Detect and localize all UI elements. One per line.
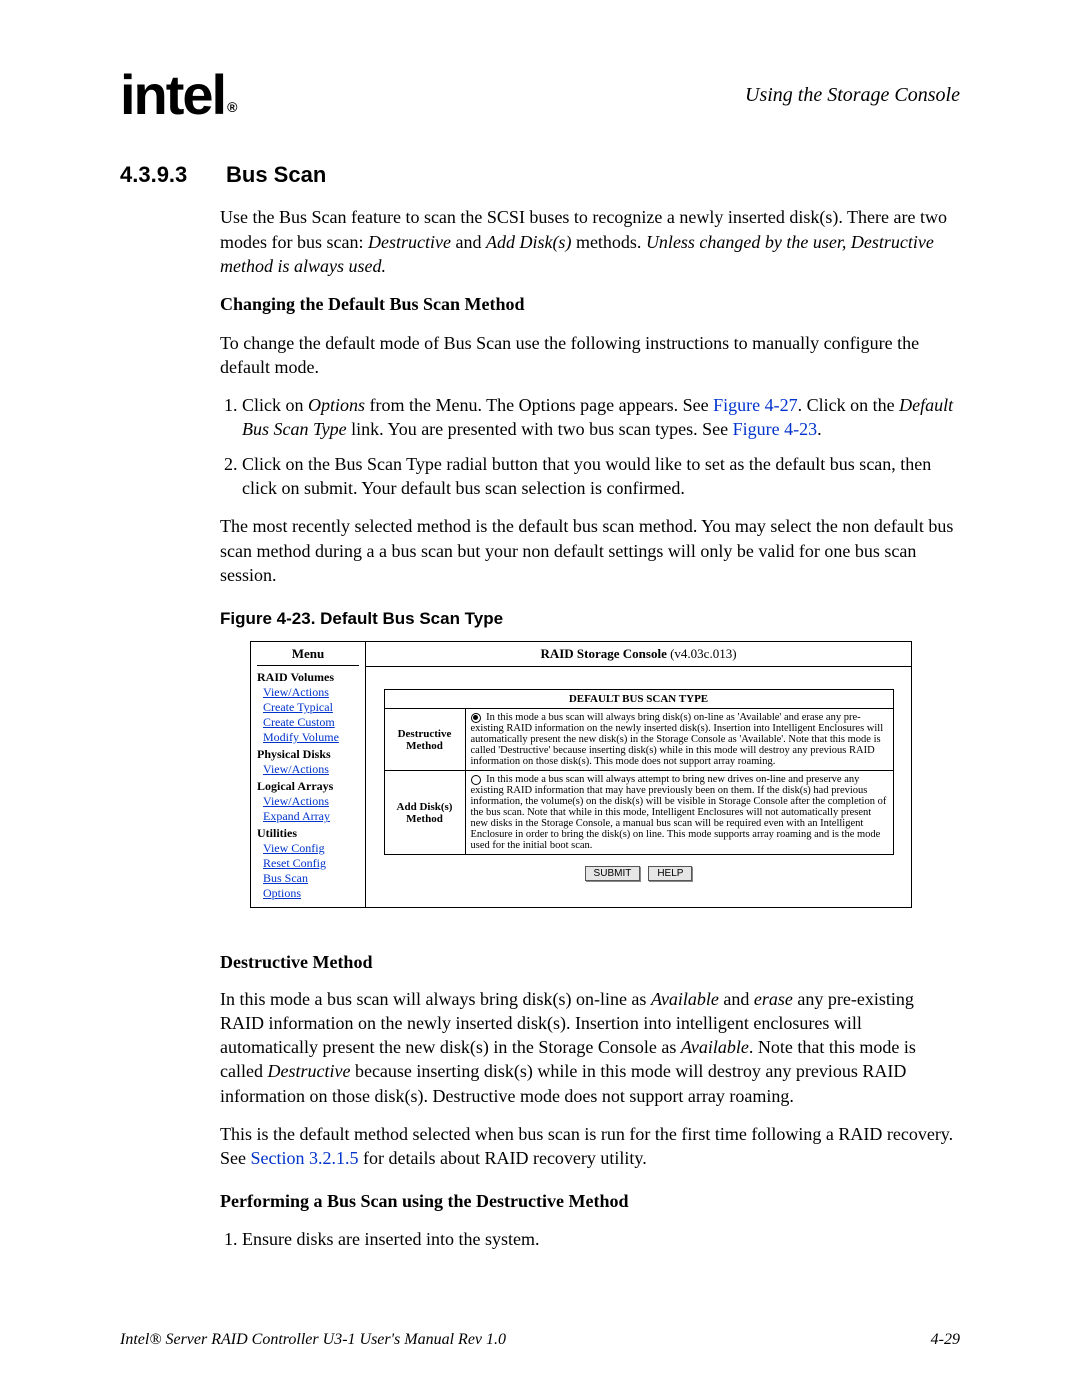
destructive-method-cell: Destructive Method	[384, 709, 465, 771]
menu-group-logical-arrays: Logical Arrays	[257, 779, 359, 794]
section-heading: 4.3.9.3 Bus Scan	[120, 162, 960, 189]
text: and	[451, 232, 486, 252]
changing-heading: Changing the Default Bus Scan Method	[220, 292, 960, 316]
table-row: Destructive Method In this mode a bus sc…	[384, 709, 893, 771]
console-menu: Menu RAID Volumes View/Actions Create Ty…	[251, 642, 366, 907]
text-italic: erase	[754, 989, 793, 1009]
intel-logo: intel®	[120, 70, 233, 120]
text: In this mode a bus scan will always atte…	[471, 774, 887, 851]
menu-group-raid-volumes: RAID Volumes	[257, 670, 359, 685]
console-content: RAID Storage Console (v4.03c.013) DEFAUL…	[366, 642, 911, 907]
table-row: Add Disk(s) Method In this mode a bus sc…	[384, 771, 893, 855]
text: for details about RAID recovery utility.	[359, 1148, 647, 1168]
console-title: RAID Storage Console (v4.03c.013)	[366, 642, 911, 667]
destructive-paragraph-1: In this mode a bus scan will always brin…	[220, 987, 960, 1108]
text-italic: Options	[308, 395, 365, 415]
menu-title: Menu	[257, 646, 359, 666]
button-row: SUBMIT HELP	[366, 863, 911, 881]
console-figure: Menu RAID Volumes View/Actions Create Ty…	[250, 641, 912, 908]
text: link. You are presented with two bus sca…	[347, 419, 733, 439]
menu-link-view-actions[interactable]: View/Actions	[263, 794, 359, 809]
submit-button[interactable]: SUBMIT	[585, 866, 641, 881]
menu-link-options[interactable]: Options	[263, 886, 359, 901]
text-italic: Add Disk(s)	[486, 232, 571, 252]
menu-link-view-config[interactable]: View Config	[263, 841, 359, 856]
text: .	[817, 419, 822, 439]
text-bold: RAID Storage Console	[540, 646, 666, 661]
menu-link-view-actions[interactable]: View/Actions	[263, 762, 359, 777]
list-item: Ensure disks are inserted into the syste…	[242, 1227, 960, 1251]
text: methods.	[571, 232, 646, 252]
text: (v4.03c.013)	[667, 646, 737, 661]
figure-caption: Figure 4-23. Default Bus Scan Type	[220, 609, 960, 629]
radio-add-disks[interactable]	[471, 775, 481, 785]
text: In this mode a bus scan will always brin…	[220, 989, 651, 1009]
performing-heading: Performing a Bus Scan using the Destruct…	[220, 1189, 960, 1213]
menu-group-utilities: Utilities	[257, 826, 359, 841]
menu-link-reset-config[interactable]: Reset Config	[263, 856, 359, 871]
footer-right: 4-29	[931, 1331, 960, 1349]
add-disks-desc-cell: In this mode a bus scan will always atte…	[465, 771, 893, 855]
destructive-heading: Destructive Method	[220, 950, 960, 974]
list-item: Click on Options from the Menu. The Opti…	[242, 393, 960, 442]
menu-link-expand-array[interactable]: Expand Array	[263, 809, 359, 824]
figure-link[interactable]: Figure 4-27	[713, 395, 798, 415]
footer-left: Intel® Server RAID Controller U3-1 User'…	[120, 1331, 506, 1349]
changing-note: The most recently selected method is the…	[220, 514, 960, 587]
text: Click on	[242, 395, 308, 415]
radio-destructive[interactable]	[471, 713, 481, 723]
menu-group-physical-disks: Physical Disks	[257, 747, 359, 762]
changing-intro: To change the default mode of Bus Scan u…	[220, 331, 960, 380]
menu-link-create-custom[interactable]: Create Custom	[263, 715, 359, 730]
logo-text: intel	[120, 63, 225, 126]
section-title: Bus Scan	[226, 162, 326, 187]
logo-reg: ®	[227, 99, 235, 115]
text: In this mode a bus scan will always brin…	[471, 712, 884, 767]
text: from the Menu. The Options page appears.…	[365, 395, 713, 415]
add-disks-method-cell: Add Disk(s) Method	[384, 771, 465, 855]
destructive-desc-cell: In this mode a bus scan will always brin…	[465, 709, 893, 771]
performing-steps: Ensure disks are inserted into the syste…	[220, 1227, 960, 1251]
table-header: DEFAULT BUS SCAN TYPE	[384, 690, 893, 709]
text: and	[719, 989, 754, 1009]
menu-link-modify-volume[interactable]: Modify Volume	[263, 730, 359, 745]
menu-link-bus-scan[interactable]: Bus Scan	[263, 871, 359, 886]
text-italic: Destructive	[368, 232, 451, 252]
page-footer: Intel® Server RAID Controller U3-1 User'…	[120, 1331, 960, 1349]
menu-link-create-typical[interactable]: Create Typical	[263, 700, 359, 715]
bus-scan-type-table: DEFAULT BUS SCAN TYPE Destructive Method…	[384, 689, 894, 855]
text-italic: Available	[651, 989, 719, 1009]
section-link[interactable]: Section 3.2.1.5	[251, 1148, 359, 1168]
section-number: 4.3.9.3	[120, 162, 220, 188]
intro-paragraph: Use the Bus Scan feature to scan the SCS…	[220, 205, 960, 278]
list-item: Click on the Bus Scan Type radial button…	[242, 452, 960, 501]
figure-link[interactable]: Figure 4-23	[733, 419, 818, 439]
text-italic: Destructive	[267, 1061, 350, 1081]
header-section-title: Using the Storage Console	[745, 84, 960, 107]
help-button[interactable]: HELP	[648, 866, 692, 881]
destructive-paragraph-2: This is the default method selected when…	[220, 1122, 960, 1171]
text: . Click on the	[798, 395, 900, 415]
text-italic: Available	[681, 1037, 749, 1057]
changing-steps: Click on Options from the Menu. The Opti…	[220, 393, 960, 500]
menu-link-view-actions[interactable]: View/Actions	[263, 685, 359, 700]
